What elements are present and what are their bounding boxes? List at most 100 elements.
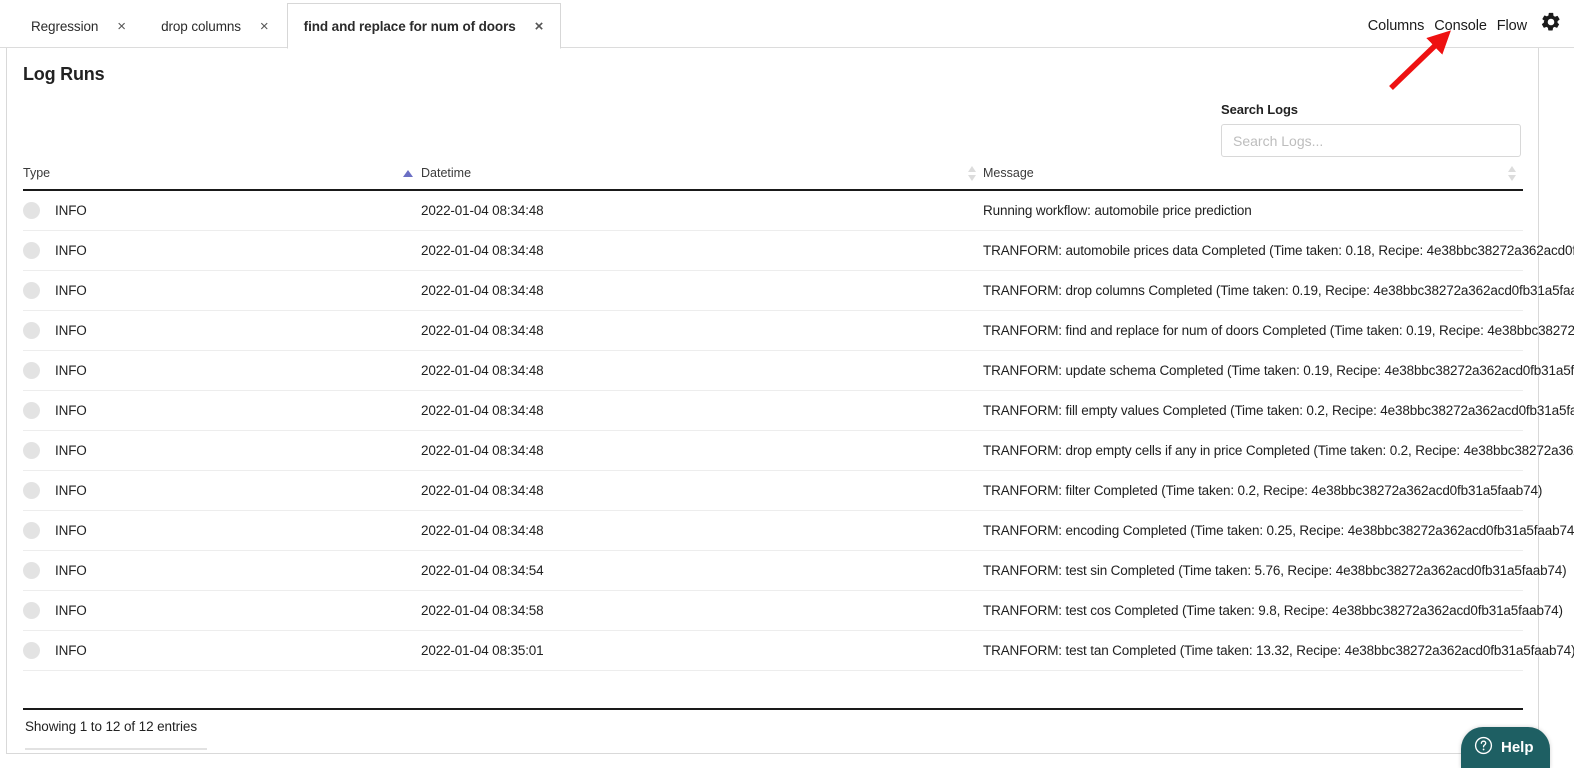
- question-circle-icon: [1474, 736, 1493, 760]
- type-label: INFO: [55, 323, 87, 338]
- table-row[interactable]: INFO 2022-01-04 08:34:48 TRANFORM: automob…: [23, 230, 1574, 271]
- table-row[interactable]: INFO 2022-01-04 08:34:48 TRANFORM: fill em…: [23, 390, 1574, 431]
- cell-datetime: 2022-01-04 08:34:48: [421, 430, 983, 471]
- tab-list: Regression × drop columns × find and replace…: [14, 3, 562, 49]
- column-header-datetime[interactable]: Datetime: [421, 160, 983, 191]
- status-dot-icon: [23, 282, 40, 299]
- type-cell-content: INFO: [23, 482, 421, 499]
- status-dot-icon: [23, 482, 40, 499]
- type-label: INFO: [55, 443, 87, 458]
- type-cell-content: INFO: [23, 602, 421, 619]
- table-row[interactable]: INFO 2022-01-04 08:34:48 TRANFORM: find an…: [23, 310, 1574, 351]
- cell-message: TRANFORM: drop empty cells if any in pri…: [983, 430, 1574, 471]
- tab-close-icon[interactable]: ×: [532, 17, 547, 36]
- table-row[interactable]: INFO 2022-01-04 08:34:48 TRANFORM: drop em…: [23, 430, 1574, 471]
- cell-type: INFO: [23, 230, 421, 271]
- table-row[interactable]: INFO 2022-01-04 08:34:48 TRANFORM: update …: [23, 350, 1574, 391]
- table-row[interactable]: INFO 2022-01-04 08:34:48 Running workflow:…: [23, 190, 1523, 231]
- tab-inactive[interactable]: Regression ×: [14, 4, 144, 48]
- status-dot-icon: [23, 202, 40, 219]
- status-dot-icon: [23, 442, 40, 459]
- cell-datetime: 2022-01-04 08:34:58: [421, 590, 983, 631]
- help-button-label: Help: [1501, 739, 1534, 756]
- type-cell-content: INFO: [23, 442, 421, 459]
- type-label: INFO: [55, 243, 87, 258]
- table-spacer-row: [23, 671, 1523, 689]
- cell-message: TRANFORM: fill empty values Completed (T…: [983, 390, 1574, 431]
- cell-type: INFO: [23, 510, 421, 551]
- type-label: INFO: [55, 283, 87, 298]
- search-logs-label: Search Logs: [1221, 102, 1298, 117]
- top-navigation: Columns Console Flow: [1363, 11, 1562, 38]
- tab-inactive[interactable]: drop columns ×: [144, 4, 287, 48]
- column-header-type[interactable]: Type: [23, 160, 421, 191]
- log-table-container: Type Datetime Message INFO 2022-01-04 08…: [23, 160, 1574, 689]
- table-row[interactable]: INFO 2022-01-04 08:34:48 TRANFORM: encodin…: [23, 510, 1574, 551]
- cell-message: TRANFORM: filter Completed (Time taken: …: [983, 470, 1542, 511]
- cell-type: INFO: [23, 470, 421, 511]
- sort-none-icon[interactable]: [1508, 164, 1517, 182]
- table-row[interactable]: INFO 2022-01-04 08:34:54 TRANFORM: test si…: [23, 550, 1567, 591]
- type-cell-content: INFO: [23, 282, 421, 299]
- tab-close-icon[interactable]: ×: [114, 17, 129, 36]
- cell-datetime: 2022-01-04 08:35:01: [421, 630, 983, 671]
- footer-divider: [23, 708, 1523, 710]
- cell-datetime: 2022-01-04 08:34:48: [421, 510, 983, 551]
- cell-message: TRANFORM: test sin Completed (Time taken…: [983, 550, 1567, 591]
- tab-active[interactable]: find and replace for num of doors ×: [286, 3, 562, 49]
- status-dot-icon: [23, 242, 40, 259]
- cell-datetime: 2022-01-04 08:34:48: [421, 470, 983, 511]
- cell-type: INFO: [23, 190, 421, 231]
- status-dot-icon: [23, 362, 40, 379]
- table-row[interactable]: INFO 2022-01-04 08:34:48 TRANFORM: drop co…: [23, 270, 1574, 311]
- cell-type: INFO: [23, 390, 421, 431]
- cell-message: TRANFORM: test tan Completed (Time taken…: [983, 630, 1574, 671]
- table-row[interactable]: INFO 2022-01-04 08:34:58 TRANFORM: test co…: [23, 590, 1563, 631]
- nav-flow[interactable]: Flow: [1492, 18, 1532, 34]
- sort-ascending-icon[interactable]: [403, 170, 413, 177]
- tab-label: Regression: [31, 19, 99, 34]
- app-root: Regression × drop columns × find and replace…: [0, 0, 1574, 768]
- cell-datetime: 2022-01-04 08:34:48: [421, 310, 983, 351]
- type-label: INFO: [55, 563, 87, 578]
- sort-none-icon[interactable]: [968, 164, 977, 182]
- nav-console[interactable]: Console: [1429, 18, 1492, 34]
- column-header-type-label: Type: [23, 166, 51, 180]
- cell-type: INFO: [23, 430, 421, 471]
- type-cell-content: INFO: [23, 562, 421, 579]
- table-row[interactable]: INFO 2022-01-04 08:34:48 TRANFORM: filter …: [23, 470, 1542, 511]
- cell-message: TRANFORM: drop columns Completed (Time t…: [983, 270, 1574, 311]
- cell-message: TRANFORM: automobile prices data Complet…: [983, 230, 1574, 271]
- type-cell-content: INFO: [23, 362, 421, 379]
- help-button[interactable]: Help: [1461, 727, 1550, 768]
- footer-underline: [25, 748, 207, 750]
- type-cell-content: INFO: [23, 642, 421, 659]
- log-runs-table: Type Datetime Message INFO 2022-01-04 08…: [23, 160, 1574, 689]
- cell-datetime: 2022-01-04 08:34:54: [421, 550, 983, 591]
- tab-close-icon[interactable]: ×: [257, 17, 272, 36]
- type-cell-content: INFO: [23, 322, 421, 339]
- table-header-row: Type Datetime Message: [23, 160, 1523, 191]
- search-logs-input[interactable]: [1221, 124, 1521, 157]
- cell-type: INFO: [23, 350, 421, 391]
- nav-columns[interactable]: Columns: [1363, 18, 1430, 34]
- type-label: INFO: [55, 523, 87, 538]
- tab-bar: Regression × drop columns × find and replace…: [0, 0, 1574, 49]
- table-row[interactable]: INFO 2022-01-04 08:35:01 TRANFORM: test ta…: [23, 630, 1574, 671]
- pagination-summary: Showing 1 to 12 of 12 entries: [25, 719, 197, 734]
- type-cell-content: INFO: [23, 522, 421, 539]
- column-header-message-label: Message: [983, 166, 1034, 180]
- gear-icon[interactable]: [1540, 11, 1562, 38]
- table-body: INFO 2022-01-04 08:34:48 Running workflow:…: [23, 190, 1574, 689]
- page-title: Log Runs: [23, 64, 105, 84]
- cell-message: TRANFORM: test cos Completed (Time taken…: [983, 590, 1563, 631]
- cell-message: TRANFORM: encoding Completed (Time taken…: [983, 510, 1574, 551]
- type-cell-content: INFO: [23, 242, 421, 259]
- column-header-message[interactable]: Message: [983, 160, 1523, 191]
- status-dot-icon: [23, 322, 40, 339]
- cell-datetime: 2022-01-04 08:34:48: [421, 390, 983, 431]
- tab-label: drop columns: [161, 19, 241, 34]
- type-label: INFO: [55, 203, 87, 218]
- tab-label: find and replace for num of doors: [303, 18, 516, 34]
- type-cell-content: INFO: [23, 402, 421, 419]
